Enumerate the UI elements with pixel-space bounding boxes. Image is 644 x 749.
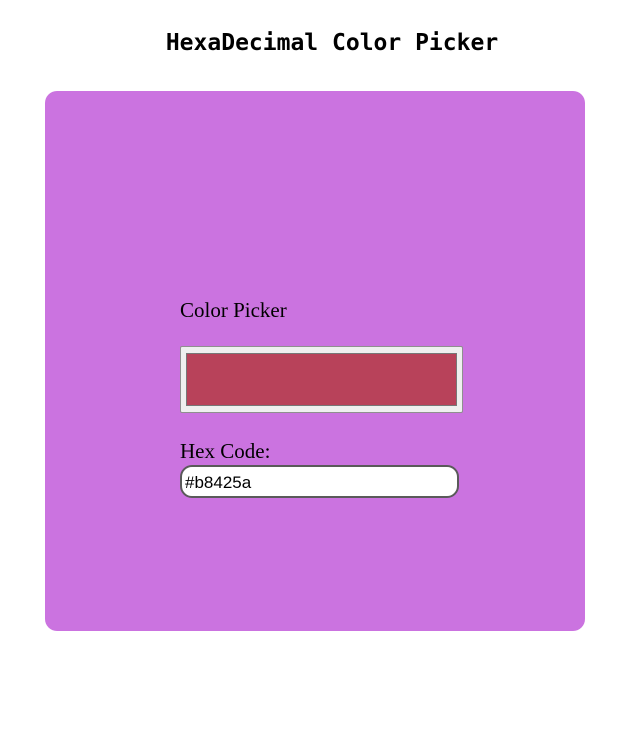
- picker-panel: Color Picker Hex Code:: [45, 91, 585, 631]
- page-title: HexaDecimal Color Picker: [165, 30, 499, 56]
- color-picker-input[interactable]: [180, 346, 463, 413]
- hex-code-input[interactable]: [180, 465, 459, 498]
- hex-code-label: Hex Code:: [180, 439, 271, 463]
- color-picker-label: Color Picker: [180, 298, 287, 322]
- page: HexaDecimal Color Picker Color Picker He…: [0, 0, 644, 749]
- color-swatch: [186, 353, 457, 406]
